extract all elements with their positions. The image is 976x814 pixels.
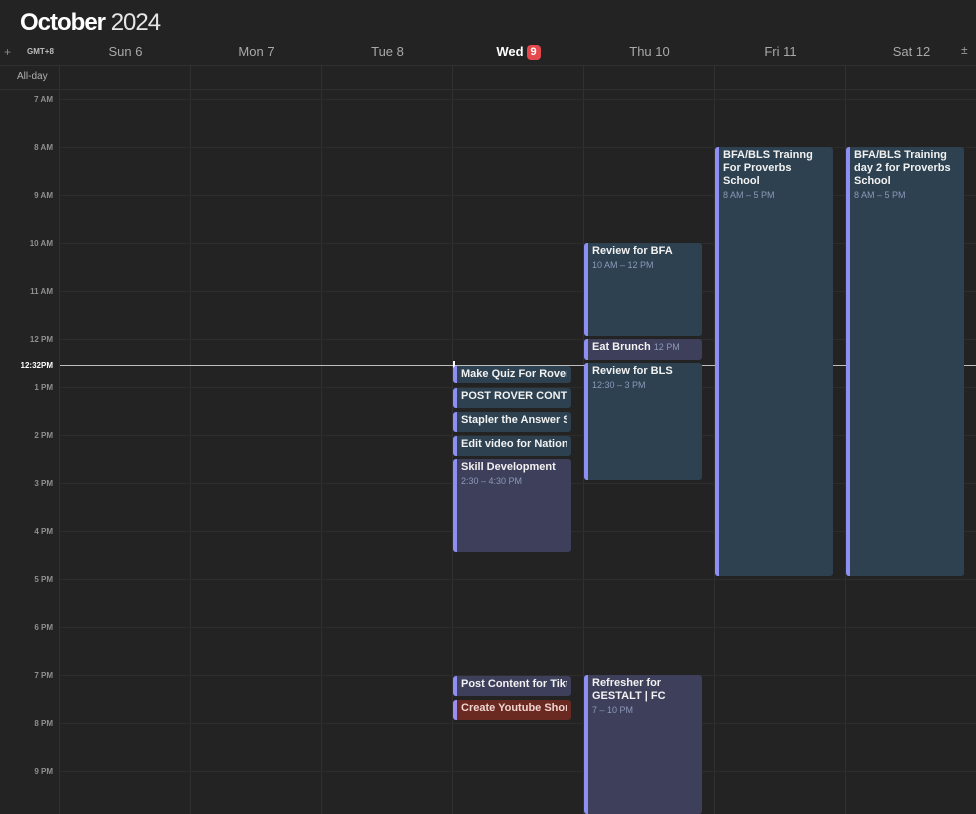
event-time: 12 PM — [653, 342, 680, 352]
event-time: 7 – 10 PM — [592, 705, 634, 715]
event-title: Refresher for GESTALT | FC — [592, 677, 666, 702]
hour-line — [60, 579, 976, 580]
event-time: 12:30 – 3 PM — [592, 380, 646, 390]
hour-line — [60, 195, 976, 196]
time-label-2pm: 2 PM — [34, 431, 53, 440]
event-bfa-bls-training[interactable]: BFA/BLS Trainng For Proverbs School 8 AM… — [715, 147, 833, 576]
day-header-wed-today[interactable]: Wed 9 — [453, 44, 584, 62]
hour-line — [60, 339, 976, 340]
hour-line — [60, 243, 976, 244]
event-skill-development[interactable]: Skill Development 2:30 – 4:30 PM — [453, 459, 571, 552]
day-name: Wed — [496, 44, 524, 59]
time-label-8pm: 8 PM — [34, 719, 53, 728]
event-title: Eat Brunch — [592, 341, 651, 353]
event-title: Review for BLS — [592, 365, 673, 377]
time-label-1pm: 1 PM — [34, 383, 53, 392]
day-header-mon[interactable]: Mon 7 — [191, 44, 322, 62]
month-name: October — [20, 9, 106, 36]
event-youtube-shorts[interactable]: Create Youtube Shorts — [453, 700, 571, 720]
time-label-8am: 8 AM — [34, 143, 53, 152]
today-badge: 9 — [526, 45, 541, 60]
header-divider — [0, 65, 976, 66]
event-title: Review for BFA — [592, 245, 673, 257]
day-header-sat[interactable]: Sat 12 — [846, 44, 976, 62]
time-label-6pm: 6 PM — [34, 623, 53, 632]
event-eat-brunch[interactable]: Eat Brunch 12 PM — [584, 339, 702, 360]
allday-label: All-day — [17, 71, 48, 82]
hour-line — [60, 771, 976, 772]
month-title: October 2024 — [20, 9, 161, 37]
current-time-label: 12:32PM — [20, 361, 53, 370]
timezone-label: GMT+8 — [27, 47, 54, 56]
hour-line — [60, 723, 976, 724]
event-review-bfa[interactable]: Review for BFA 10 AM – 12 PM — [584, 243, 702, 336]
event-time: 8 AM – 5 PM — [723, 190, 775, 200]
event-title: BFA/BLS Trainng For Proverbs School — [723, 149, 813, 187]
column-divider — [321, 66, 322, 814]
day-header-sun[interactable]: Sun 6 — [60, 44, 191, 62]
time-label-7am: 7 AM — [34, 95, 53, 104]
event-title: POST ROVER CONTENT — [461, 390, 567, 402]
day-header-fri[interactable]: Fri 11 — [715, 44, 846, 62]
event-refresher-gestalt[interactable]: Refresher for GESTALT | FC 7 – 10 PM — [584, 675, 702, 814]
time-label-10am: 10 AM — [29, 239, 53, 248]
time-label-9pm: 9 PM — [34, 767, 53, 776]
event-time: 2:30 – 4:30 PM — [461, 476, 523, 486]
event-title-row: Eat Brunch 12 PM — [592, 341, 698, 354]
time-label-3pm: 3 PM — [34, 479, 53, 488]
event-make-quiz[interactable]: Make Quiz For Rover — [453, 366, 571, 383]
event-title: Post Content for Tiktok — [461, 678, 567, 690]
time-label-4pm: 4 PM — [34, 527, 53, 536]
allday-divider — [0, 89, 976, 90]
event-bfa-bls-training-day2[interactable]: BFA/BLS Training day 2 for Proverbs Scho… — [846, 147, 964, 576]
hour-line — [60, 99, 976, 100]
time-label-5pm: 5 PM — [34, 575, 53, 584]
hour-line — [60, 291, 976, 292]
time-label-9am: 9 AM — [34, 191, 53, 200]
day-header-thu[interactable]: Thu 10 — [584, 44, 715, 62]
event-post-tiktok[interactable]: Post Content for Tiktok — [453, 676, 571, 696]
event-title: Edit video for National — [461, 438, 567, 450]
event-title: Stapler the Answer Sheets — [461, 414, 567, 426]
add-event-button[interactable]: + — [4, 45, 11, 59]
event-title: Make Quiz For Rover — [461, 368, 567, 380]
time-label-12pm: 12 PM — [29, 335, 53, 344]
event-post-rover-content[interactable]: POST ROVER CONTENT — [453, 388, 571, 408]
event-title: Create Youtube Shorts — [461, 702, 567, 714]
hour-line — [60, 627, 976, 628]
hour-line — [60, 147, 976, 148]
column-divider — [59, 66, 60, 814]
column-divider — [190, 66, 191, 814]
event-edit-video[interactable]: Edit video for National — [453, 436, 571, 456]
day-header-tue[interactable]: Tue 8 — [322, 44, 453, 62]
year: 2024 — [110, 9, 161, 36]
event-stapler-answer[interactable]: Stapler the Answer Sheets — [453, 412, 571, 432]
time-label-7pm: 7 PM — [34, 671, 53, 680]
event-title: BFA/BLS Training day 2 for Proverbs Scho… — [854, 149, 951, 187]
event-review-bls[interactable]: Review for BLS 12:30 – 3 PM — [584, 363, 702, 480]
event-title: Skill Development — [461, 461, 556, 473]
event-time: 10 AM – 12 PM — [592, 260, 654, 270]
time-label-11am: 11 AM — [30, 287, 53, 296]
event-time: 8 AM – 5 PM — [854, 190, 906, 200]
